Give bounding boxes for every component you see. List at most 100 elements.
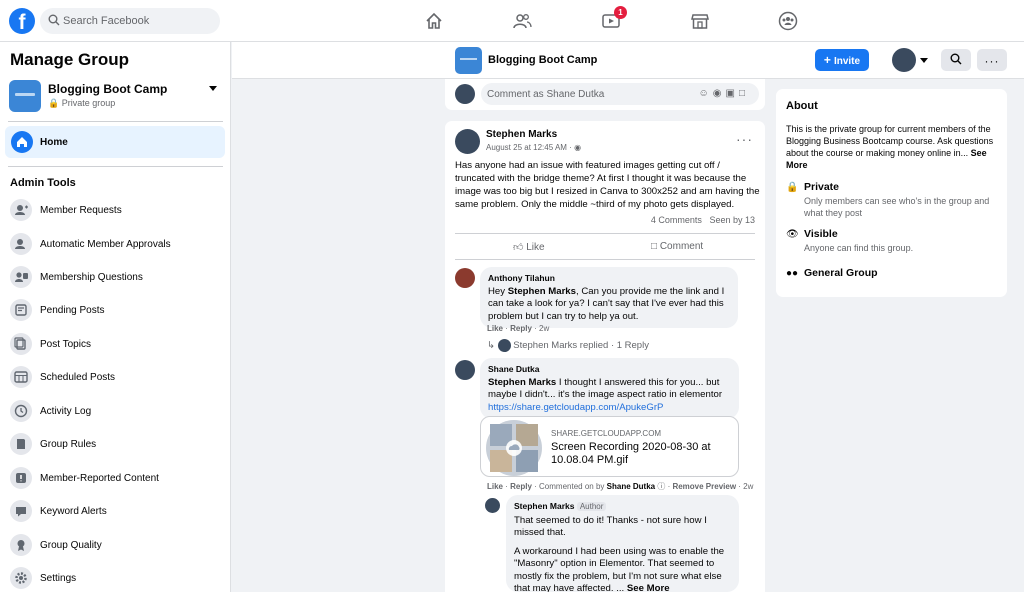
- sidebar-item-member-reported-content[interactable]: Member-Reported Content: [10, 466, 220, 492]
- comment-reply-link[interactable]: Reply: [510, 482, 532, 491]
- comment-like-link[interactable]: Like: [487, 324, 503, 333]
- sidebar-item-automatic-member-approvals[interactable]: Automatic Member Approvals: [10, 232, 220, 258]
- comment-time[interactable]: 2w: [539, 324, 549, 333]
- about-description: This is the private group for current me…: [786, 123, 996, 171]
- sidebar-item-member-requests[interactable]: Member Requests: [10, 198, 220, 224]
- comment-time[interactable]: 2w: [743, 482, 753, 491]
- admin-tools-heading: Admin Tools: [10, 177, 76, 189]
- sidebar-item-label: Member Requests: [40, 205, 122, 216]
- sidebar-item-membership-questions[interactable]: Membership Questions: [10, 265, 220, 291]
- visibility-title: Visible: [804, 228, 838, 240]
- group-rules-icon: [10, 433, 32, 455]
- home-icon: [11, 131, 33, 153]
- reply-author-name: Stephen Marks: [514, 501, 575, 511]
- watch-notification-badge: 1: [614, 6, 627, 19]
- comment-author[interactable]: Anthony Tilahun: [488, 272, 730, 285]
- preview-domain: SHARE.GETCLOUDAPP.COM: [551, 429, 662, 438]
- sidebar-item-scheduled-posts[interactable]: Scheduled Posts: [10, 365, 220, 391]
- sidebar-item-group-quality[interactable]: Group Quality: [10, 533, 220, 559]
- friends-icon[interactable]: [512, 11, 532, 31]
- invite-button[interactable]: + Invite: [815, 49, 869, 71]
- search-group-button[interactable]: [941, 49, 971, 71]
- comment-button[interactable]: □ Comment: [651, 241, 703, 252]
- search-placeholder: Search Facebook: [63, 15, 150, 27]
- comment-meta: Like · Reply · 2w: [487, 324, 550, 333]
- like-icon: 👍︎: [513, 242, 524, 253]
- sidebar-item-label: Membership Questions: [40, 272, 143, 283]
- seen-by[interactable]: Seen by 13: [709, 215, 755, 225]
- commenter-name[interactable]: Shane Dutka: [607, 482, 655, 491]
- remove-preview-link[interactable]: Remove Preview: [672, 482, 736, 491]
- avatar[interactable]: [455, 360, 475, 380]
- membership-questions-icon: [10, 266, 32, 288]
- emoji-icon[interactable]: ☺: [699, 88, 713, 99]
- pending-posts-icon: [10, 299, 32, 321]
- avatar[interactable]: [455, 129, 480, 154]
- group-header-title[interactable]: Blogging Boot Camp: [488, 54, 597, 66]
- author-badge: Author: [576, 502, 607, 511]
- activity-log-icon: [10, 400, 32, 422]
- group-privacy: 🔒 Private group: [48, 98, 115, 109]
- comment-text-start: Hey: [488, 285, 508, 297]
- reply-bubble: Stephen Marks Author That seemed to do i…: [506, 495, 739, 592]
- more-options-button[interactable]: ···: [977, 49, 1007, 71]
- sidebar-item-group-rules[interactable]: Group Rules: [10, 432, 220, 458]
- sidebar-item-label: Home: [40, 137, 68, 148]
- group-thumbnail[interactable]: [455, 47, 482, 74]
- facebook-logo-icon[interactable]: f: [9, 8, 35, 34]
- camera-icon[interactable]: ◉: [713, 88, 726, 99]
- comments-count[interactable]: 4 Comments: [651, 215, 702, 225]
- sidebar-item-post-topics[interactable]: Post Topics: [10, 332, 220, 358]
- comment-meta: Like · Reply · Commented on by Shane Dut…: [487, 482, 754, 491]
- post-author[interactable]: Stephen Marks: [486, 129, 557, 140]
- sidebar-item-activity-log[interactable]: Activity Log: [10, 399, 220, 425]
- sidebar-item-label: Automatic Member Approvals: [40, 239, 171, 250]
- comment-reply-link[interactable]: Reply: [510, 324, 532, 333]
- mention-link[interactable]: Stephen Marks: [508, 286, 576, 297]
- search-field[interactable]: Search Facebook: [40, 8, 220, 34]
- avatar[interactable]: [485, 498, 500, 513]
- preview-title: Screen Recording 2020-08-30 at 10.08.04 …: [551, 441, 711, 466]
- replied-text: Stephen Marks replied · 1 Reply: [513, 340, 649, 352]
- mention-link[interactable]: Stephen Marks: [488, 377, 556, 388]
- comment-like-link[interactable]: Like: [487, 482, 503, 491]
- comment-author[interactable]: Shane Dutka: [488, 363, 731, 376]
- marketplace-icon[interactable]: [690, 11, 710, 31]
- group-switcher-caret-icon[interactable]: [209, 86, 217, 91]
- group-thumbnail[interactable]: [9, 80, 41, 112]
- like-button[interactable]: 👍︎ Like: [513, 241, 545, 253]
- comment-placeholder: Comment as Shane Dutka: [487, 89, 605, 100]
- gif-icon[interactable]: ▣: [726, 88, 739, 99]
- post-timestamp[interactable]: August 25 at 12:45 AM · ◉: [486, 143, 581, 152]
- member-requests-icon: [10, 199, 32, 221]
- sidebar-title: Manage Group: [10, 50, 130, 69]
- lock-icon: 🔒: [786, 182, 799, 193]
- sticker-icon[interactable]: □: [739, 88, 749, 99]
- avatar[interactable]: [892, 48, 916, 72]
- sidebar-item-label: Keyword Alerts: [40, 506, 107, 517]
- divider: [455, 233, 755, 234]
- view-replies-link[interactable]: ↳ Stephen Marks replied · 1 Reply: [487, 339, 649, 352]
- reported-content-icon: [10, 467, 32, 489]
- more-icon[interactable]: ···: [736, 131, 753, 147]
- sidebar-item-settings[interactable]: Settings: [10, 566, 220, 592]
- sidebar-item-keyword-alerts[interactable]: Keyword Alerts: [10, 499, 220, 525]
- sidebar-item-home[interactable]: Home: [5, 126, 225, 158]
- chevron-down-icon[interactable]: [920, 58, 928, 63]
- avatar[interactable]: [455, 268, 475, 288]
- avatar: [497, 339, 511, 352]
- sidebar-item-pending-posts[interactable]: Pending Posts: [10, 298, 220, 324]
- see-more-link[interactable]: See More: [627, 583, 670, 592]
- home-icon[interactable]: [424, 11, 444, 31]
- about-description-text: This is the private group for current me…: [786, 124, 994, 158]
- link-preview-card[interactable]: SHARE.GETCLOUDAPP.COM Screen Recording 2…: [480, 416, 739, 477]
- groups-icon[interactable]: [778, 11, 798, 31]
- comment-input[interactable]: Comment as Shane Dutka ☺◉▣□: [481, 83, 759, 105]
- group-name[interactable]: Blogging Boot Camp: [48, 82, 167, 96]
- info-icon[interactable]: ⓘ: [657, 482, 665, 491]
- sidebar-item-label: Group Quality: [40, 540, 102, 551]
- comment-tools: ☺◉▣□: [699, 88, 749, 99]
- shared-link[interactable]: https://share.getcloudapp.com/ApukeGrP: [488, 402, 663, 413]
- globe-icon: ◉: [574, 143, 582, 152]
- comment-author[interactable]: Stephen Marks Author: [514, 500, 731, 514]
